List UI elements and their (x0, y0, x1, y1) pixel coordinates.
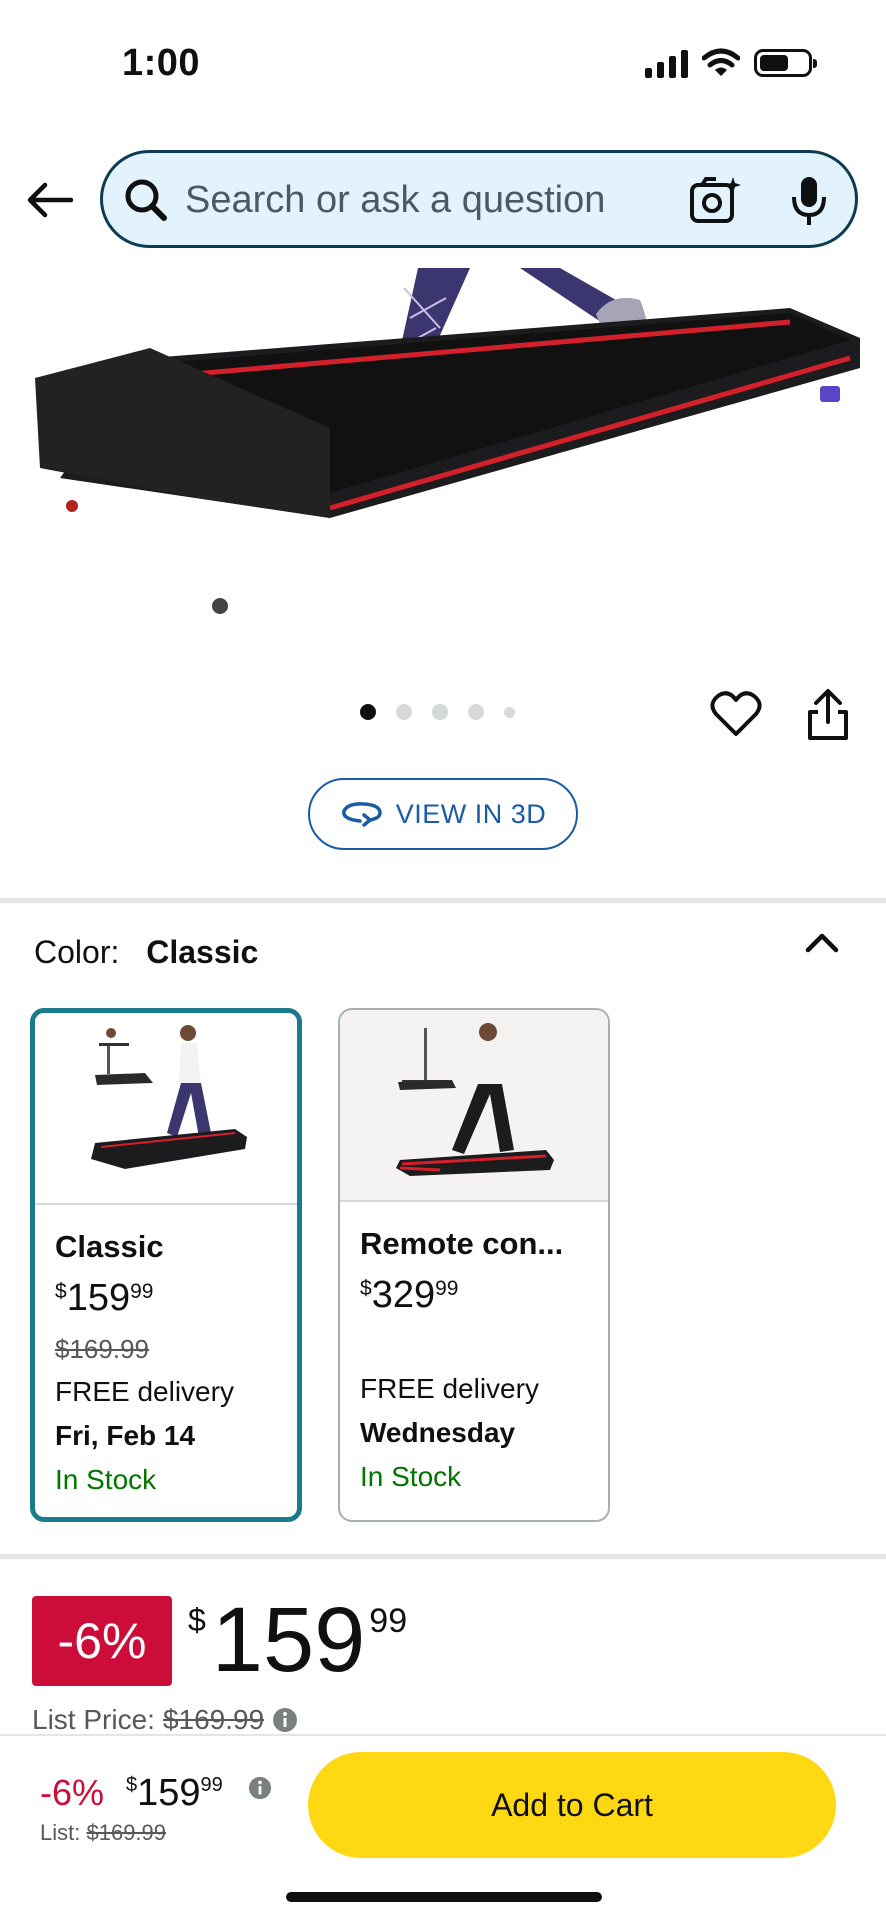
home-indicator (286, 1892, 602, 1902)
color-option-thumbnail (340, 1010, 608, 1202)
pagination-dot[interactable] (468, 704, 484, 720)
buy-bar: -6% $159 99 List: $169.99 Add to Cart (0, 1734, 886, 1920)
color-option-delivery-date: Fri, Feb 14 (55, 1420, 196, 1451)
color-option-list-price: $169.99 (55, 1334, 149, 1364)
color-option-name: Remote con... (360, 1226, 564, 1261)
color-option-name: Classic (55, 1229, 164, 1264)
color-option-delivery: FREE delivery (55, 1376, 234, 1407)
microphone-icon[interactable] (789, 175, 829, 227)
color-option-stock: In Stock (360, 1461, 462, 1492)
pagination-dot[interactable] (432, 704, 448, 720)
section-divider (0, 1554, 886, 1559)
heart-icon[interactable] (710, 688, 762, 740)
buy-bar-discount: -6% (40, 1772, 105, 1813)
info-icon[interactable] (272, 1707, 298, 1733)
remote-thumbnail-image (396, 1023, 554, 1176)
product-image[interactable] (0, 268, 886, 668)
color-selected-value: Classic (146, 934, 259, 970)
wifi-icon (702, 48, 740, 76)
image-pagination[interactable] (360, 704, 515, 720)
list-price-value: $169.99 (162, 1704, 265, 1735)
battery-icon (754, 49, 817, 77)
share-icon[interactable] (804, 688, 852, 742)
cellular-signal-icon (645, 48, 688, 78)
pagination-dot[interactable] (396, 704, 412, 720)
search-bar[interactable]: Search or ask a question (100, 150, 858, 248)
camera-search-icon[interactable] (689, 175, 741, 225)
back-arrow-icon (27, 182, 73, 218)
color-option-price: $329 99 (360, 1274, 459, 1316)
color-label: Color: (34, 934, 120, 970)
add-to-cart-button[interactable]: Add to Cart (308, 1752, 836, 1858)
buy-bar-price: $159 99 (126, 1772, 223, 1814)
color-option-remote-control[interactable]: Remote con... $329 99 FREE delivery Wedne… (338, 1008, 610, 1522)
info-icon[interactable] (248, 1776, 272, 1800)
color-selector-header: Color: Classic (34, 934, 258, 971)
view-in-3d-label: VIEW IN 3D (395, 798, 547, 829)
pagination-dot[interactable] (504, 706, 515, 718)
list-price: List Price: $169.99 (32, 1704, 298, 1736)
search-icon (125, 179, 167, 221)
view-in-3d-button[interactable]: VIEW IN 3D (308, 778, 578, 850)
pagination-dot[interactable] (360, 704, 376, 720)
status-time: 1:00 (122, 42, 201, 84)
status-bar: 1:00 (0, 0, 886, 130)
color-option-list-price (360, 1331, 608, 1361)
color-option-thumbnail (35, 1013, 297, 1205)
color-option-classic[interactable]: Classic $159 99 $169.99 FREE delivery Fri… (30, 1008, 302, 1522)
list-price-label: List Price: (32, 1704, 155, 1735)
main-price: $159 99 (188, 1589, 408, 1691)
discount-badge: -6% (32, 1596, 172, 1686)
color-option-stock: In Stock (55, 1464, 157, 1495)
buy-bar-list-price: List: $169.99 (40, 1820, 167, 1845)
color-option-delivery: FREE delivery (360, 1373, 539, 1404)
color-option-price: $159 99 (55, 1277, 154, 1319)
status-icons (645, 48, 817, 78)
back-button[interactable] (22, 172, 78, 228)
classic-thumbnail-image (91, 1025, 247, 1169)
search-input[interactable]: Search or ask a question (185, 179, 605, 222)
color-option-delivery-date: Wednesday (360, 1417, 516, 1448)
treadmill-image (35, 268, 860, 614)
rotate-3d-icon (341, 802, 382, 827)
section-divider (0, 898, 886, 903)
chevron-up-icon[interactable] (802, 928, 842, 958)
